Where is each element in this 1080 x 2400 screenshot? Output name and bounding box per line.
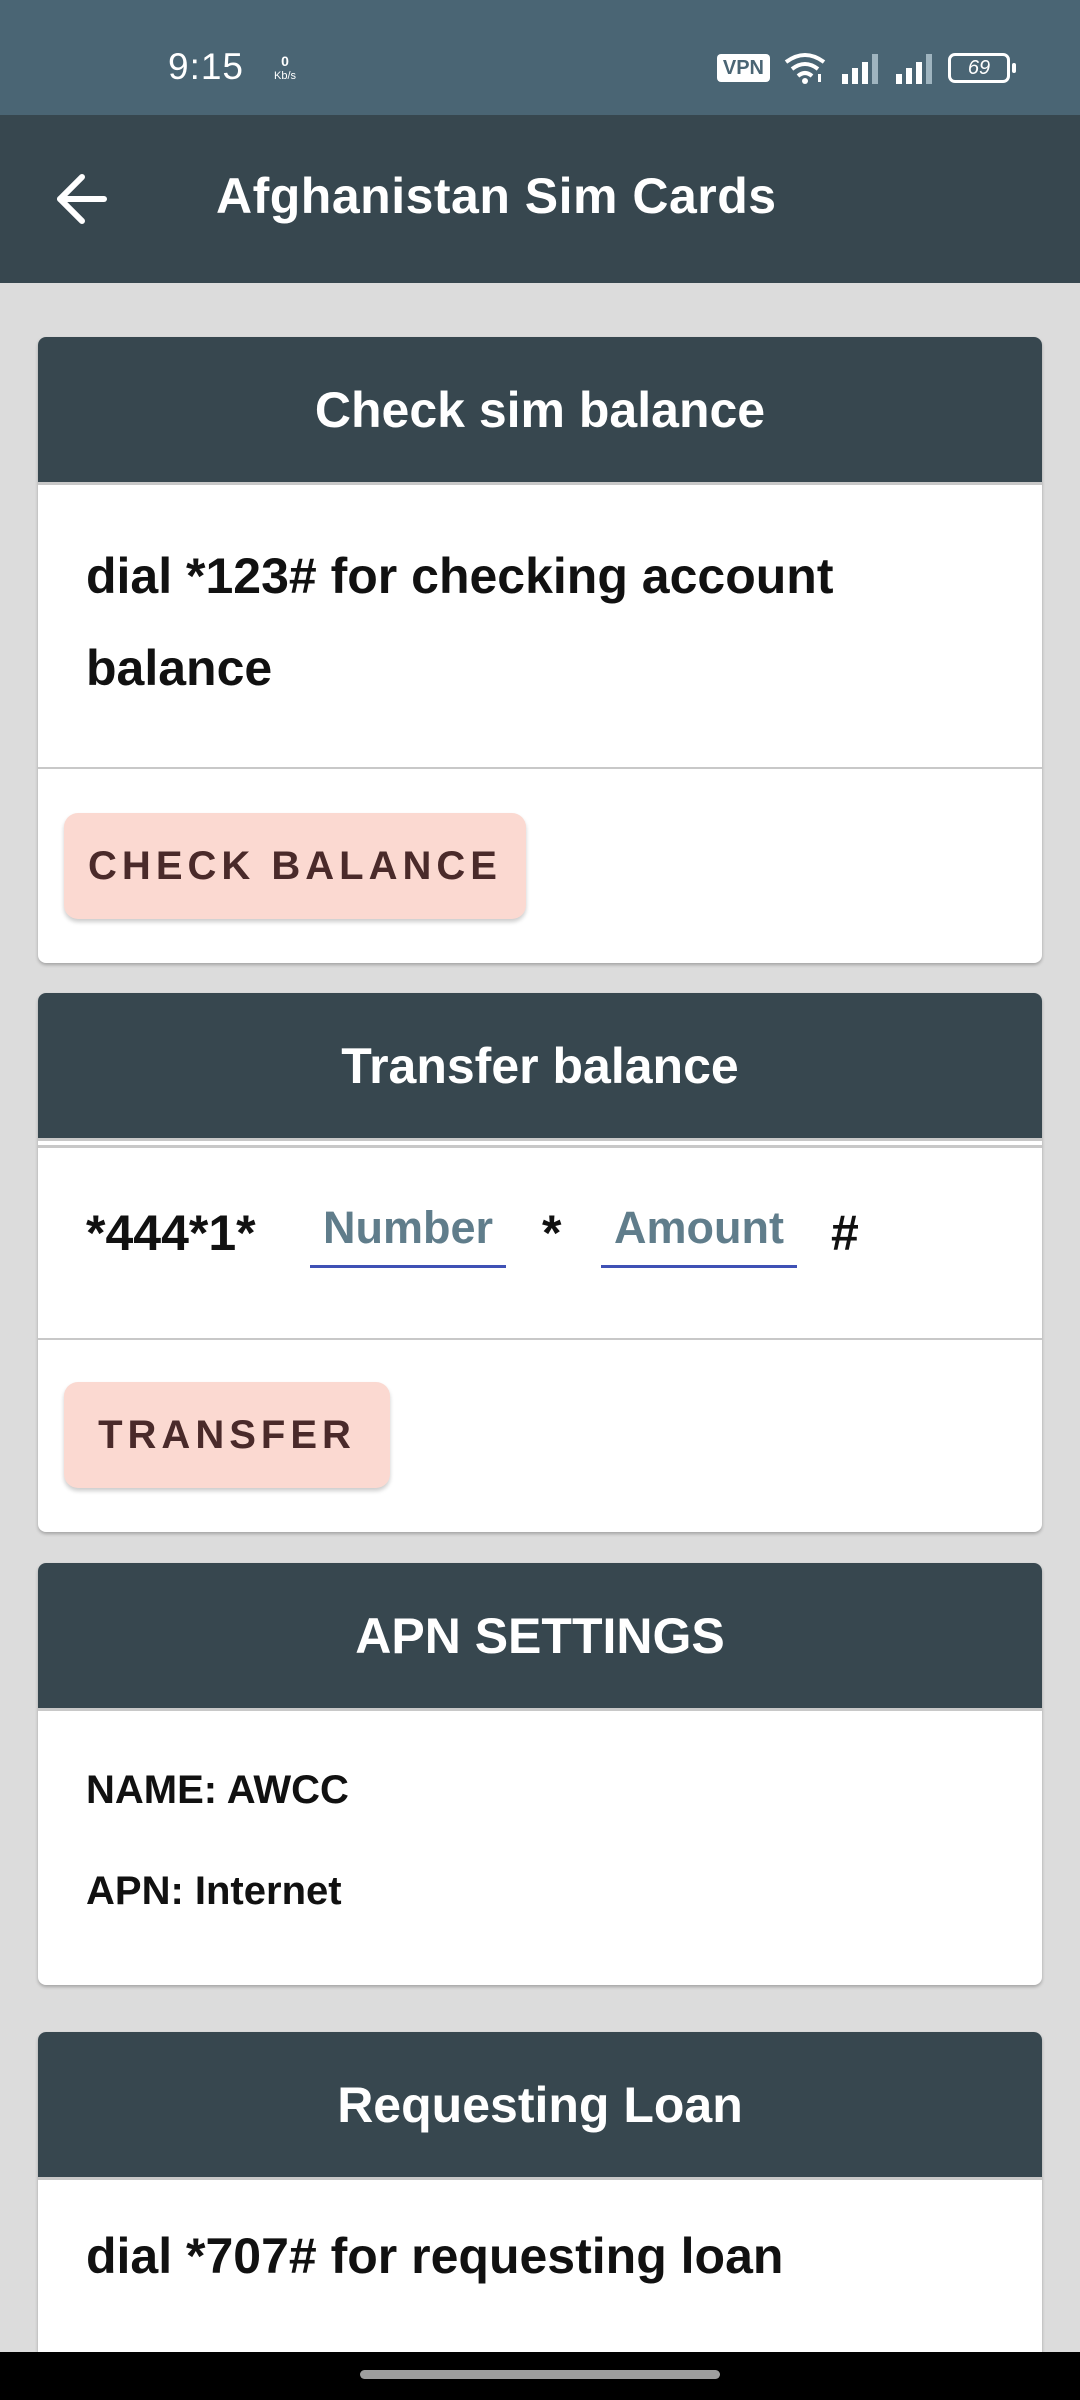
apn-settings-header: APN SETTINGS xyxy=(38,1563,1042,1708)
divider xyxy=(38,767,1042,769)
signal-icon-2 xyxy=(896,54,932,84)
apn-name-text: NAME: AWCC xyxy=(86,1768,349,1812)
divider xyxy=(38,1708,1042,1711)
transfer-code-row: *444*1* Number * Amount # xyxy=(38,1198,1042,1278)
transfer-prefix: *444*1* xyxy=(86,1205,256,1261)
battery-icon: 69 xyxy=(948,53,1016,83)
amount-input[interactable]: Amount xyxy=(601,1198,797,1268)
divider xyxy=(38,1145,1042,1148)
check-balance-button[interactable]: CHECK BALANCE xyxy=(64,813,526,919)
wifi-icon xyxy=(784,53,826,84)
requesting-loan-instruction: dial *707# for requesting loan xyxy=(86,2228,784,2284)
page-title: Afghanistan Sim Cards xyxy=(216,168,777,224)
network-speed-value: 0 xyxy=(281,53,289,69)
transfer-suffix: # xyxy=(831,1205,859,1261)
status-time: 9:15 xyxy=(168,46,245,87)
vpn-badge: VPN xyxy=(716,54,770,82)
home-gesture-handle[interactable] xyxy=(360,2370,720,2379)
transfer-separator: * xyxy=(542,1205,562,1261)
divider xyxy=(38,1138,1042,1141)
check-balance-instruction: dial *123# for checking account balance xyxy=(86,548,834,696)
check-balance-header: Check sim balance xyxy=(38,337,1042,482)
app-bar: Afghanistan Sim Cards xyxy=(0,115,1080,283)
arrow-left-icon[interactable] xyxy=(52,169,112,229)
apn-settings-card: APN SETTINGS NAME: AWCC APN: Internet xyxy=(38,1563,1042,1985)
transfer-balance-header: Transfer balance xyxy=(38,993,1042,1138)
check-balance-card: Check sim balance dial *123# for checkin… xyxy=(38,337,1042,963)
network-speed-unit: Kb/s xyxy=(273,70,296,82)
divider xyxy=(38,1338,1042,1340)
transfer-balance-card: Transfer balance *444*1* Number * Amount… xyxy=(38,993,1042,1532)
transfer-button[interactable]: TRANSFER xyxy=(64,1382,390,1488)
network-speed: 0 Kb/s xyxy=(268,54,302,84)
navigation-bar xyxy=(0,2352,1080,2400)
signal-icon xyxy=(842,54,878,84)
number-input[interactable]: Number xyxy=(310,1198,506,1268)
status-bar: 9:15 0 Kb/s VPN 69 xyxy=(0,0,1080,115)
status-icons: VPN 69 xyxy=(716,52,1016,84)
requesting-loan-header: Requesting Loan xyxy=(38,2032,1042,2177)
apn-value-text: APN: Internet xyxy=(86,1869,342,1913)
requesting-loan-card: Requesting Loan dial *707# for requestin… xyxy=(38,2032,1042,2392)
